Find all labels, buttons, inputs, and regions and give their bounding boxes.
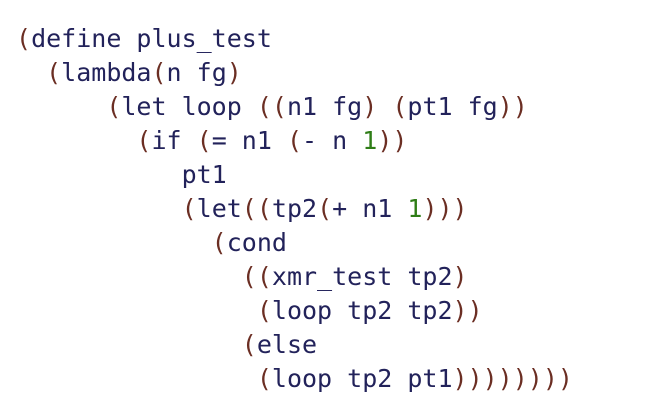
paren-token: ( [196, 126, 212, 155]
paren-token: ( [181, 194, 197, 223]
paren-token: ( [241, 330, 257, 359]
symbol-token: xmr_test tp2 [271, 262, 453, 291]
symbol-token: loop tp2 pt1 [271, 364, 453, 393]
paren-token: (( [241, 262, 272, 291]
code-line: (define plus_test [16, 22, 573, 56]
symbol-token: define plus_test [31, 24, 272, 53]
code-line: (cond [16, 226, 573, 260]
code-line: (let loop ((n1 fg) (pt1 fg)) [16, 90, 573, 124]
paren-token: (( [256, 92, 287, 121]
paren-token: ( [136, 126, 152, 155]
paren-token: )) [452, 296, 483, 325]
paren-token: ( [256, 296, 272, 325]
symbol-token: = n1 [211, 126, 287, 155]
code-line: pt1 [16, 158, 573, 192]
symbol-token: let [196, 194, 242, 223]
code-line: (else [16, 328, 573, 362]
symbol-token [377, 92, 392, 121]
code-line: (let((tp2(+ n1 1))) [16, 192, 573, 226]
paren-token: )) [497, 92, 528, 121]
paren-token: )) [377, 126, 408, 155]
number-token: 1 [407, 194, 423, 223]
symbol-token: else [256, 330, 318, 359]
code-line: (lambda(n fg) [16, 56, 573, 90]
code-block: (define plus_test (lambda(n fg) (let loo… [16, 22, 573, 396]
code-line: (loop tp2 tp2)) [16, 294, 573, 328]
paren-token: )))))))) [452, 364, 573, 393]
symbol-token: n1 fg [286, 92, 363, 121]
paren-token: ) [226, 58, 242, 87]
symbol-token: + n1 [332, 194, 408, 223]
paren-token: ( [317, 194, 333, 223]
symbol-token: if [151, 126, 197, 155]
symbol-token: pt1 fg [407, 92, 498, 121]
paren-token: ( [256, 364, 272, 393]
code-line: (if (= n1 (- n 1)) [16, 124, 573, 158]
paren-token: ) [362, 92, 378, 121]
paren-token: ( [46, 58, 62, 87]
code-line: ((xmr_test tp2) [16, 260, 573, 294]
symbol-token: n fg [166, 58, 227, 87]
symbol-token: let loop [121, 92, 257, 121]
symbol-token: loop tp2 tp2 [271, 296, 453, 325]
paren-token: ( [151, 58, 167, 87]
symbol-token: tp2 [271, 194, 318, 223]
number-token: 1 [362, 126, 378, 155]
paren-token: (( [241, 194, 272, 223]
paren-token: ( [16, 24, 32, 53]
paren-token: ( [106, 92, 122, 121]
code-line: (loop tp2 pt1)))))))) [16, 362, 573, 396]
symbol-token: - n [302, 126, 363, 155]
symbol-token: lambda [61, 58, 152, 87]
paren-token: ) [452, 262, 468, 291]
paren-token: ))) [422, 194, 468, 223]
paren-token: ( [286, 126, 303, 155]
symbol-token: cond [226, 228, 287, 257]
paren-token: ( [392, 92, 408, 121]
paren-token: ( [211, 228, 227, 257]
symbol-token: pt1 [181, 160, 227, 189]
